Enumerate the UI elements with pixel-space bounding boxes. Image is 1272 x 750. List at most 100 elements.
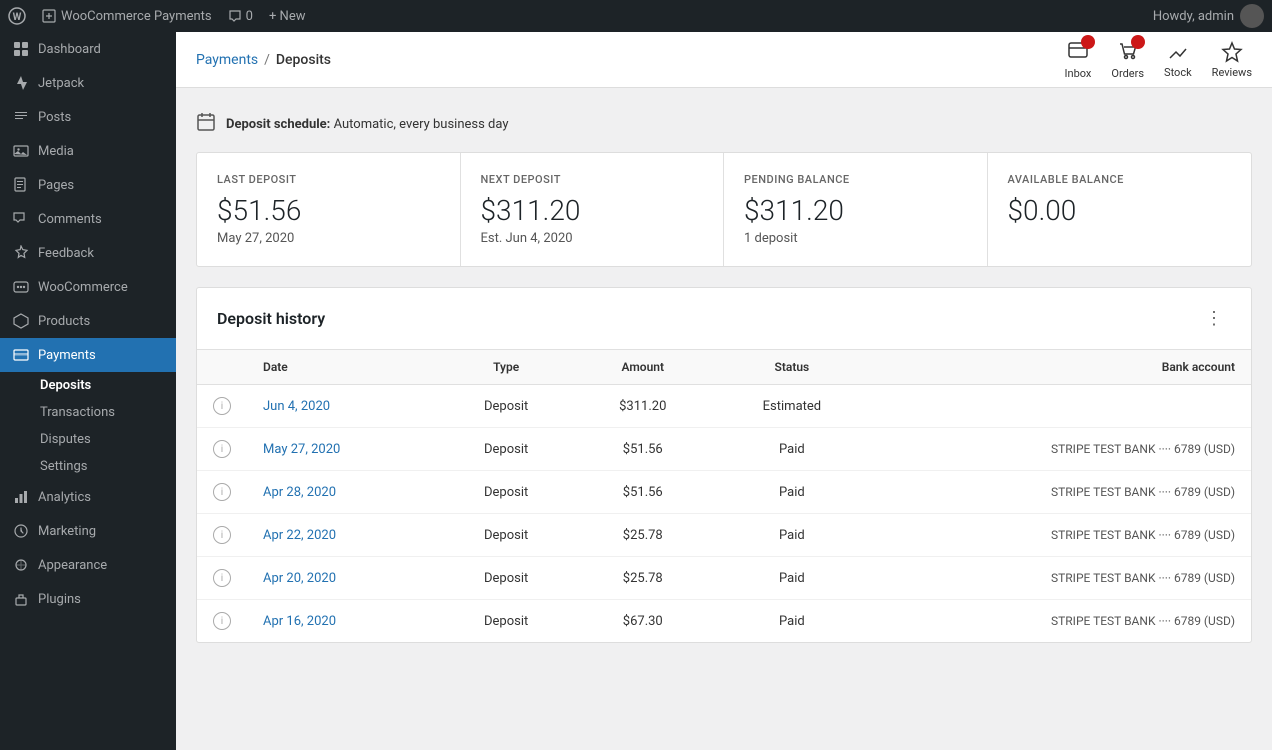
date-link[interactable]: Jun 4, 2020 (263, 399, 330, 414)
row-amount: $51.56 (573, 428, 712, 471)
row-info-icon[interactable]: i (197, 557, 247, 600)
wp-logo[interactable]: W (8, 7, 26, 25)
info-circle-icon: i (213, 483, 231, 501)
row-date: Jun 4, 2020 (247, 385, 439, 428)
row-info-icon[interactable]: i (197, 428, 247, 471)
date-link[interactable]: Apr 22, 2020 (263, 528, 336, 543)
header-icons: Inbox Orders Stock Reviews (1065, 39, 1252, 80)
sidebar-sub-transactions[interactable]: Transactions (0, 399, 176, 426)
content-header: Payments / Deposits Inbox O (176, 32, 1272, 88)
sidebar-sub-disputes[interactable]: Disputes (0, 426, 176, 453)
stat-last-deposit-sub: May 27, 2020 (217, 231, 440, 246)
sidebar-sub-deposits[interactable]: Deposits (0, 372, 176, 399)
deposit-history-card: Deposit history ⋮ Date Type Amount Statu… (196, 287, 1252, 643)
info-circle-icon: i (213, 397, 231, 415)
sidebar-item-payments[interactable]: Payments (0, 338, 176, 372)
row-bank: STRIPE TEST BANK ···· 6789 (USD) (871, 557, 1251, 600)
sidebar-item-feedback[interactable]: Feedback (0, 236, 176, 270)
date-link[interactable]: Apr 16, 2020 (263, 614, 336, 629)
row-bank (871, 385, 1251, 428)
dashboard-icon (12, 40, 30, 58)
row-amount: $67.30 (573, 600, 712, 643)
row-type: Deposit (439, 557, 573, 600)
date-link[interactable]: Apr 28, 2020 (263, 485, 336, 500)
history-header: Deposit history ⋮ (197, 288, 1251, 350)
calendar-icon (196, 112, 216, 136)
sidebar-item-analytics[interactable]: Analytics (0, 480, 176, 514)
site-name[interactable]: WooCommerce Payments (42, 9, 212, 24)
row-date: Apr 20, 2020 (247, 557, 439, 600)
stat-pending-value: $311.20 (744, 194, 967, 227)
reviews-button[interactable]: Reviews (1212, 41, 1252, 79)
history-title: Deposit history (217, 309, 325, 328)
orders-label: Orders (1111, 67, 1144, 80)
sidebar-item-media[interactable]: Media (0, 134, 176, 168)
deposit-table-body: i Jun 4, 2020 Deposit $311.20 Estimated … (197, 385, 1251, 643)
row-info-icon[interactable]: i (197, 514, 247, 557)
main-layout: Dashboard Jetpack Posts Media Pages (0, 32, 1272, 750)
deposit-schedule-banner: Deposit schedule: Automatic, every busin… (196, 112, 1252, 136)
sidebar-item-appearance[interactable]: Appearance (0, 548, 176, 582)
col-info (197, 350, 247, 385)
stat-next-deposit-label: NEXT DEPOSIT (481, 173, 704, 186)
date-link[interactable]: Apr 20, 2020 (263, 571, 336, 586)
products-icon (12, 312, 30, 330)
info-circle-icon: i (213, 440, 231, 458)
sidebar-item-jetpack[interactable]: Jetpack (0, 66, 176, 100)
svg-text:W: W (13, 12, 22, 23)
payments-submenu: Deposits Transactions Disputes Settings (0, 372, 176, 480)
appearance-icon (12, 556, 30, 574)
row-status: Estimated (712, 385, 871, 428)
table-row: i Apr 22, 2020 Deposit $25.78 Paid STRIP… (197, 514, 1251, 557)
row-type: Deposit (439, 471, 573, 514)
row-info-icon[interactable]: i (197, 385, 247, 428)
col-date: Date (247, 350, 439, 385)
posts-icon (12, 108, 30, 126)
sidebar-item-products[interactable]: Products (0, 304, 176, 338)
topbar-right: Howdy, admin (1153, 4, 1264, 28)
media-icon (12, 142, 30, 160)
table-row: i May 27, 2020 Deposit $51.56 Paid STRIP… (197, 428, 1251, 471)
sidebar-item-woocommerce[interactable]: WooCommerce (0, 270, 176, 304)
row-info-icon[interactable]: i (197, 600, 247, 643)
stat-pending-label: PENDING BALANCE (744, 173, 967, 186)
sidebar-item-dashboard[interactable]: Dashboard (0, 32, 176, 66)
history-menu-button[interactable]: ⋮ (1197, 304, 1231, 333)
table-header-row: Date Type Amount Status Bank account (197, 350, 1251, 385)
stat-pending-balance: PENDING BALANCE $311.20 1 deposit (724, 153, 988, 266)
orders-badge (1131, 35, 1145, 49)
breadcrumb-current: Deposits (276, 52, 331, 68)
col-amount: Amount (573, 350, 712, 385)
comments-icon (12, 210, 30, 228)
row-info-icon[interactable]: i (197, 471, 247, 514)
row-status: Paid (712, 600, 871, 643)
inbox-button[interactable]: Inbox (1065, 39, 1092, 80)
row-amount: $25.78 (573, 514, 712, 557)
topbar-comments[interactable]: 0 (228, 9, 253, 24)
row-date: Apr 28, 2020 (247, 471, 439, 514)
row-status: Paid (712, 514, 871, 557)
sidebar-item-marketing[interactable]: Marketing (0, 514, 176, 548)
deposit-schedule-label: Deposit schedule: (226, 117, 330, 132)
date-link[interactable]: May 27, 2020 (263, 442, 340, 457)
sidebar-sub-settings[interactable]: Settings (0, 453, 176, 480)
info-circle-icon: i (213, 526, 231, 544)
row-amount: $25.78 (573, 557, 712, 600)
sidebar-item-posts[interactable]: Posts (0, 100, 176, 134)
row-status: Paid (712, 471, 871, 514)
sidebar-item-pages[interactable]: Pages (0, 168, 176, 202)
table-row: i Apr 28, 2020 Deposit $51.56 Paid STRIP… (197, 471, 1251, 514)
info-circle-icon: i (213, 612, 231, 630)
stock-button[interactable]: Stock (1164, 41, 1192, 79)
topbar-new[interactable]: + New (269, 9, 306, 24)
sidebar-item-plugins[interactable]: Plugins (0, 582, 176, 616)
jetpack-icon (12, 74, 30, 92)
stat-last-deposit-label: LAST DEPOSIT (217, 173, 440, 186)
analytics-icon (12, 488, 30, 506)
breadcrumb-parent[interactable]: Payments (196, 52, 258, 68)
sidebar-item-comments[interactable]: Comments (0, 202, 176, 236)
orders-button[interactable]: Orders (1111, 39, 1144, 80)
inbox-label: Inbox (1065, 67, 1092, 80)
row-date: Apr 22, 2020 (247, 514, 439, 557)
deposit-schedule-value: Automatic, every business day (334, 117, 509, 132)
